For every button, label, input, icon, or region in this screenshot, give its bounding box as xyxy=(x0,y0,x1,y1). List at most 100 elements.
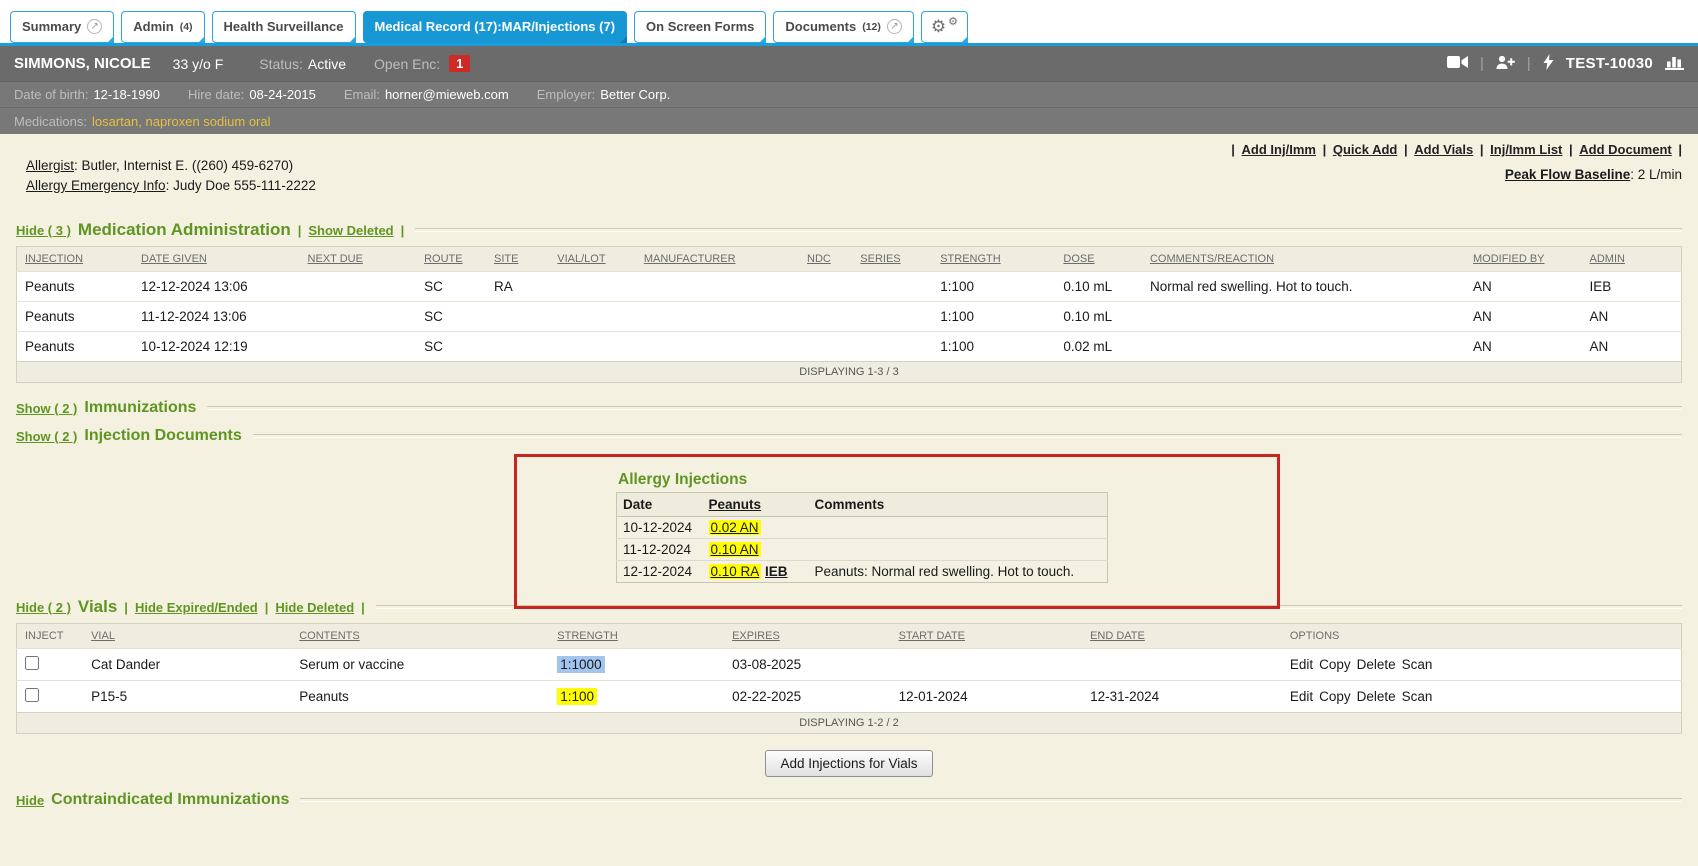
tab-bar: Summary ↗ Admin (4) Health Surveillance … xyxy=(0,0,1698,46)
tab-medical-record-mar-injections[interactable]: Medical Record (17):MAR/Injections (7) xyxy=(363,11,628,43)
inj-imm-list-link[interactable]: Inj/Imm List xyxy=(1490,142,1562,157)
tab-summary[interactable]: Summary ↗ xyxy=(10,11,114,43)
column-label: STRENGTH xyxy=(940,253,1001,265)
dose-link[interactable]: 0.10 AN xyxy=(709,542,761,557)
column-label: STRENGTH xyxy=(557,630,618,642)
col-strength[interactable]: STRENGTH xyxy=(549,624,724,649)
column-label: SERIES xyxy=(860,253,900,265)
cell-dose: 0.02 mL xyxy=(1055,332,1142,362)
col-date-given[interactable]: DATE GIVEN xyxy=(133,247,300,272)
cell-ndc xyxy=(799,272,852,302)
col-start-date[interactable]: START DATE xyxy=(891,624,1082,649)
col-manufacturer[interactable]: MANUFACTURER xyxy=(636,247,799,272)
col-strength[interactable]: STRENGTH xyxy=(932,247,1055,272)
cell-expires: 03-08-2025 xyxy=(724,649,891,681)
admin-initials-link[interactable]: IEB xyxy=(765,564,788,579)
patient-age-sex: 33 y/o F xyxy=(173,56,224,72)
add-vials-link[interactable]: Add Vials xyxy=(1414,142,1473,157)
inject-checkbox[interactable] xyxy=(25,656,39,670)
allergy-row: 11-12-2024 0.10 AN xyxy=(617,539,1108,561)
col-contents[interactable]: CONTENTS xyxy=(291,624,549,649)
allergy-emergency-link[interactable]: Allergy Emergency Info xyxy=(26,178,166,193)
cell-injection: Peanuts xyxy=(17,302,134,332)
delete-link[interactable]: Delete xyxy=(1357,689,1396,704)
copy-link[interactable]: Copy xyxy=(1319,689,1351,704)
tab-admin[interactable]: Admin (4) xyxy=(121,11,204,43)
section-divider xyxy=(415,228,1682,232)
copy-link[interactable]: Copy xyxy=(1319,657,1351,672)
col-end-date[interactable]: END DATE xyxy=(1082,624,1282,649)
col-vial-lot[interactable]: VIAL/LOT xyxy=(549,247,636,272)
mar-show-deleted-link[interactable]: Show Deleted xyxy=(308,223,393,238)
col-peanuts-link[interactable]: Peanuts xyxy=(703,493,809,517)
scan-link[interactable]: Scan xyxy=(1402,689,1433,704)
col-vial[interactable]: VIAL xyxy=(83,624,291,649)
hide-expired-link[interactable]: Hide Expired/Ended xyxy=(135,600,258,615)
open-encounters: Open Enc: 1 xyxy=(374,55,470,72)
popout-icon[interactable]: ↗ xyxy=(87,19,102,34)
col-ndc[interactable]: NDC xyxy=(799,247,852,272)
dose-link[interactable]: 0.10 RA xyxy=(709,564,762,579)
allergist-link[interactable]: Allergist xyxy=(26,158,74,173)
add-document-link[interactable]: Add Document xyxy=(1579,142,1671,157)
cell-route: SC xyxy=(416,332,486,362)
cell-options: Edit Copy Delete Scan xyxy=(1282,649,1682,681)
col-next-due[interactable]: NEXT DUE xyxy=(300,247,417,272)
allergy-emergency-value: : Judy Doe 555-111-2222 xyxy=(166,178,316,193)
employer-value: Better Corp. xyxy=(600,87,670,102)
edit-link[interactable]: Edit xyxy=(1290,689,1313,704)
medication-link[interactable]: naproxen sodium oral xyxy=(145,114,270,129)
immunizations-show-toggle[interactable]: Show ( 2 ) xyxy=(16,401,77,416)
medication-link[interactable]: losartan xyxy=(92,114,138,129)
inject-checkbox[interactable] xyxy=(25,688,39,702)
col-expires[interactable]: EXPIRES xyxy=(724,624,891,649)
quick-actions-lightning-icon[interactable] xyxy=(1543,54,1554,73)
cell-manufacturer xyxy=(636,302,799,332)
col-series[interactable]: SERIES xyxy=(852,247,932,272)
open-enc-badge[interactable]: 1 xyxy=(449,55,470,72)
tab-on-screen-forms[interactable]: On Screen Forms xyxy=(634,11,766,43)
allergy-header-row: Date Peanuts Comments xyxy=(617,493,1108,517)
col-comments-reaction[interactable]: COMMENTS/REACTION xyxy=(1142,247,1465,272)
allergy-injections-table: Date Peanuts Comments 10-12-2024 0.02 AN… xyxy=(616,492,1108,583)
add-user-icon[interactable] xyxy=(1496,55,1515,73)
scan-link[interactable]: Scan xyxy=(1402,657,1433,672)
contraindicated-hide-toggle[interactable]: Hide xyxy=(16,793,44,808)
cell-vial-lot xyxy=(549,272,636,302)
vials-hide-toggle[interactable]: Hide ( 2 ) xyxy=(16,600,71,615)
add-inj-imm-link[interactable]: Add Inj/Imm xyxy=(1242,142,1316,157)
column-label: OPTIONS xyxy=(1290,630,1340,642)
tab-health-surveillance[interactable]: Health Surveillance xyxy=(212,11,356,43)
edit-link[interactable]: Edit xyxy=(1290,657,1313,672)
cell-contents: Serum or vaccine xyxy=(291,649,549,681)
main-content: Allergist: Butler, Internist E. ((260) 4… xyxy=(0,134,1698,809)
quick-add-link[interactable]: Quick Add xyxy=(1333,142,1398,157)
vials-title: Vials xyxy=(78,597,117,617)
peak-flow-baseline-link[interactable]: Peak Flow Baseline xyxy=(1505,167,1630,182)
col-site[interactable]: SITE xyxy=(486,247,549,272)
allergy-contact-block: Allergist: Butler, Internist E. ((260) 4… xyxy=(26,156,316,208)
separator: | xyxy=(1480,142,1484,157)
col-dose[interactable]: DOSE xyxy=(1055,247,1142,272)
mar-hide-toggle[interactable]: Hide ( 3 ) xyxy=(16,223,71,238)
col-modified-by[interactable]: MODIFIED BY xyxy=(1465,247,1582,272)
flowsheet-chart-icon[interactable] xyxy=(1665,54,1684,73)
patient-status: Status: Active xyxy=(259,56,346,72)
cell-comment xyxy=(809,517,1108,539)
add-injections-for-vials-button[interactable]: Add Injections for Vials xyxy=(765,750,932,777)
dose-link[interactable]: 0.02 AN xyxy=(709,520,761,535)
cell-modified-by: AN xyxy=(1465,272,1582,302)
tab-documents[interactable]: Documents (12) ↗ xyxy=(773,11,913,43)
popout-icon[interactable]: ↗ xyxy=(887,19,902,34)
employer: Employer: Better Corp. xyxy=(537,87,671,102)
col-route[interactable]: ROUTE xyxy=(416,247,486,272)
video-call-icon[interactable] xyxy=(1447,55,1468,72)
col-injection[interactable]: INJECTION xyxy=(17,247,134,272)
column-label: INJECTION xyxy=(25,253,83,265)
cell-strength: 1:1000 xyxy=(549,649,724,681)
injection-documents-show-toggle[interactable]: Show ( 2 ) xyxy=(16,429,77,444)
col-admin[interactable]: ADMIN xyxy=(1582,247,1682,272)
settings-gear-button[interactable]: ⚙⚙ xyxy=(921,11,968,43)
hide-deleted-link[interactable]: Hide Deleted xyxy=(275,600,354,615)
delete-link[interactable]: Delete xyxy=(1357,657,1396,672)
